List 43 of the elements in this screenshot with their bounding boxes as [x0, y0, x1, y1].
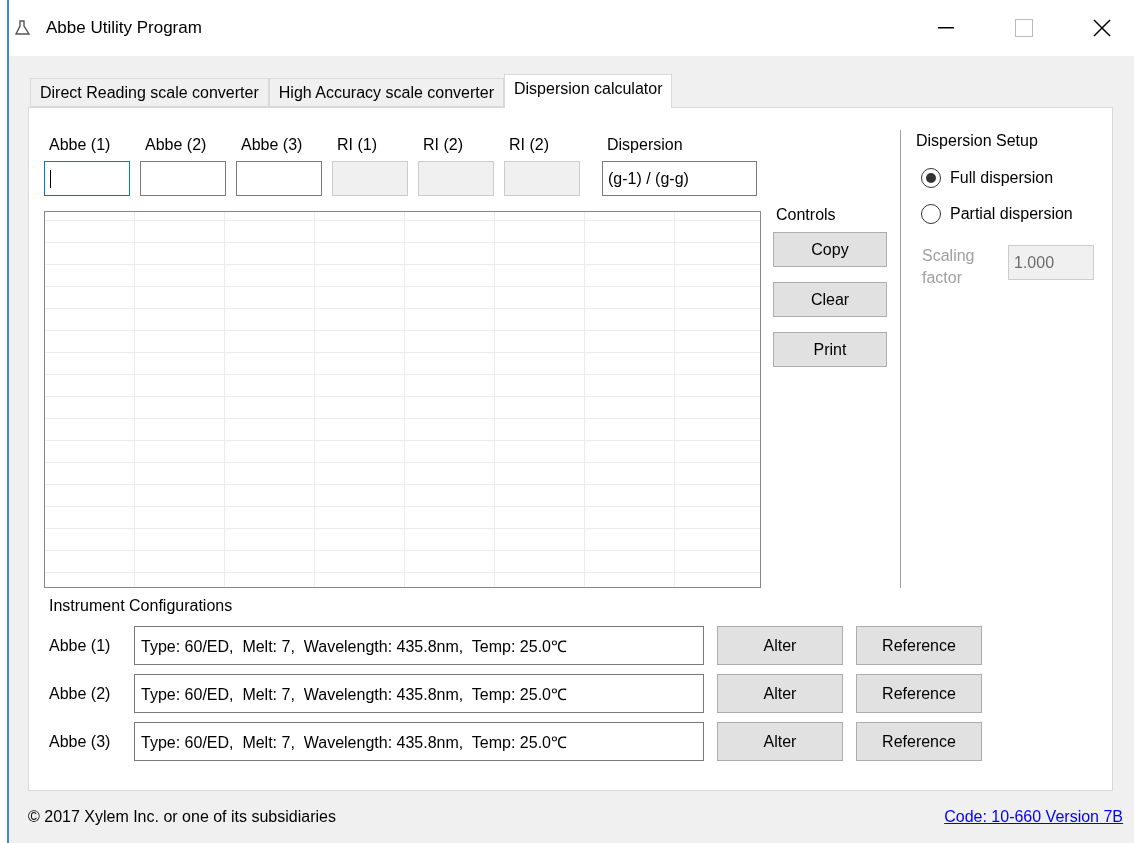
- input-field[interactable]: [140, 161, 226, 196]
- copyright-text: © 2017 Xylem Inc. or one of its subsidiaries: [28, 808, 336, 826]
- maximize-icon: [1015, 19, 1033, 37]
- window-title: Abbe Utility Program: [46, 18, 203, 38]
- field-label: RI (2): [422, 135, 464, 155]
- tab[interactable]: High Accuracy scale converter: [268, 78, 504, 107]
- data-grid[interactable]: [44, 211, 761, 588]
- tab[interactable]: Direct Reading scale converter: [30, 78, 269, 107]
- input-field[interactable]: [236, 161, 322, 196]
- instrument-button[interactable]: Reference: [856, 674, 982, 713]
- section-title: Instrument Configurations: [49, 597, 234, 616]
- config-field[interactable]: Type: 60/ED, Melt: 7, Wavelength: 435.8nm, Temp: 25.0℃: [134, 722, 704, 761]
- radio-option[interactable]: Full dispersion: [921, 163, 1094, 193]
- instrument-button[interactable]: Alter: [717, 722, 843, 761]
- app-icon: [14, 19, 32, 37]
- input-field[interactable]: [44, 161, 130, 196]
- instrument-label: Abbe (1): [48, 636, 112, 655]
- config-field[interactable]: Type: 60/ED, Melt: 7, Wavelength: 435.8nm, Temp: 25.0℃: [134, 626, 704, 665]
- field-label: Abbe (1): [48, 135, 112, 155]
- field-label: RI (1): [336, 135, 378, 155]
- instrument-button[interactable]: Reference: [856, 722, 982, 761]
- control-button[interactable]: Copy: [773, 232, 887, 267]
- instrument-button[interactable]: Reference: [856, 626, 982, 665]
- dispersion-field[interactable]: (g-1) / (g-g): [602, 161, 757, 196]
- instrument-button[interactable]: Alter: [717, 674, 843, 713]
- config-field[interactable]: Type: 60/ED, Melt: 7, Wavelength: 435.8nm, Temp: 25.0℃: [134, 674, 704, 713]
- setup-title: Dispersion Setup: [915, 131, 1039, 151]
- radio-option[interactable]: Partial dispersion: [921, 199, 1094, 229]
- tab[interactable]: Dispersion calculator: [503, 74, 673, 108]
- scaling-label: Scaling factor: [922, 246, 976, 288]
- control-button[interactable]: Clear: [773, 282, 887, 317]
- field-label: Abbe (3): [240, 135, 304, 155]
- instrument-button[interactable]: Alter: [717, 626, 843, 665]
- field-label: Abbe (2): [144, 135, 208, 155]
- instrument-label: Abbe (2): [48, 684, 112, 703]
- field-label: Dispersion: [606, 135, 684, 155]
- controls-label: Controls: [775, 206, 837, 225]
- field-label: RI (2): [508, 135, 550, 155]
- minimize-icon: [938, 27, 954, 29]
- control-button[interactable]: Print: [773, 332, 887, 367]
- instrument-label: Abbe (3): [48, 732, 112, 751]
- version-link[interactable]: Code: 10-660 Version 7B: [944, 808, 1123, 826]
- close-icon: [1093, 19, 1111, 37]
